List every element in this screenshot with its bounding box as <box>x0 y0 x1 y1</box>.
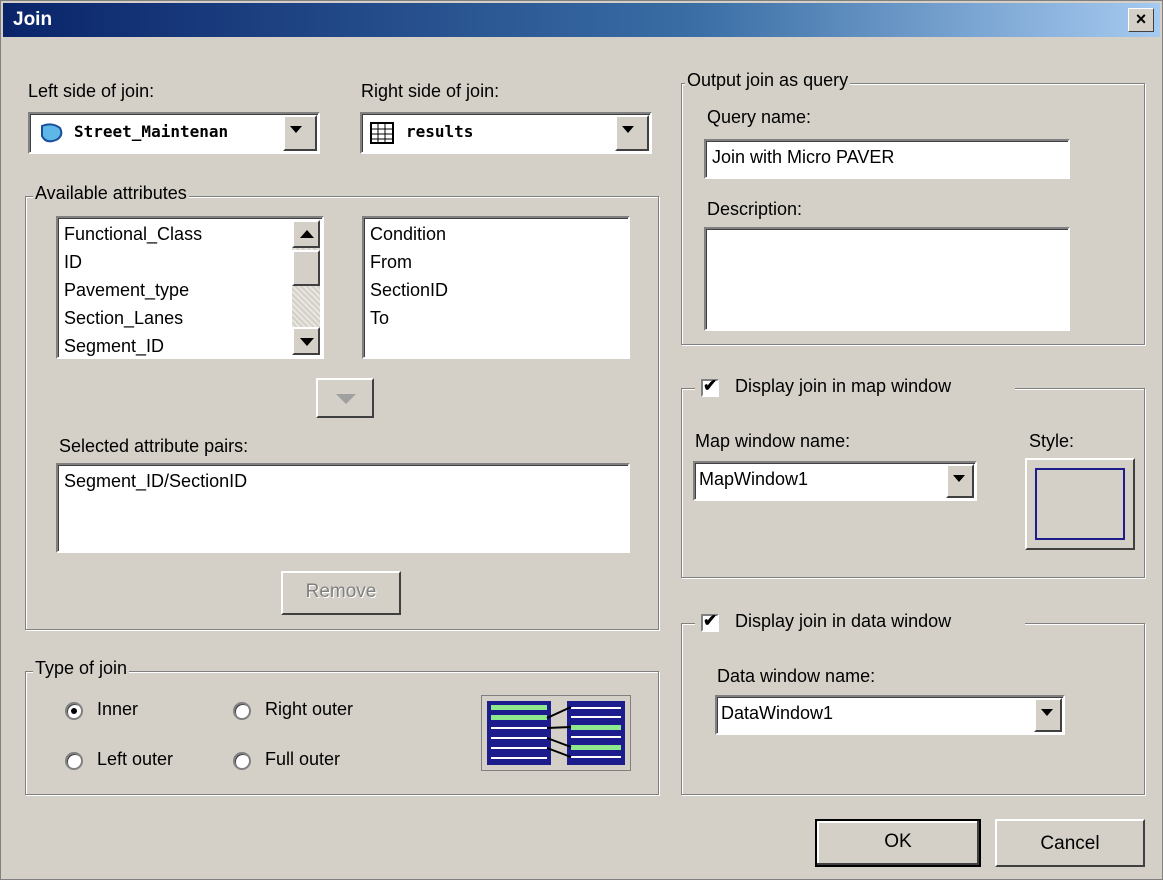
selected-pairs-label: Selected attribute pairs: <box>59 436 249 456</box>
remove-button-label: Remove <box>305 581 377 602</box>
right-outer-radio[interactable] <box>233 702 251 720</box>
map-window-checkbox[interactable]: ✔ <box>701 376 719 397</box>
output-query-legend: Output join as query <box>685 70 851 91</box>
full-outer-radio[interactable] <box>233 752 251 770</box>
remove-button[interactable]: Remove <box>281 571 401 615</box>
inner-label[interactable]: Inner <box>97 699 138 720</box>
arrow-up-icon <box>300 230 314 238</box>
list-item[interactable]: SectionID <box>364 276 628 304</box>
join-dialog: Join × Left side of join: Street_Mainten… <box>0 0 1163 880</box>
list-item[interactable]: Segment_ID <box>58 332 292 357</box>
vertical-scrollbar[interactable] <box>292 220 320 355</box>
ok-button[interactable]: OK <box>815 819 981 867</box>
data-window-dropdown-button[interactable] <box>1034 698 1062 732</box>
right-side-label: Right side of join: <box>361 81 500 101</box>
scroll-up-button[interactable] <box>292 220 320 248</box>
right-side-value: results <box>406 122 474 141</box>
map-window-checkbox-label[interactable]: Display join in map window <box>735 376 951 397</box>
list-item[interactable]: Condition <box>364 220 628 248</box>
data-window-checkbox[interactable]: ✔ <box>701 611 719 632</box>
full-outer-label[interactable]: Full outer <box>265 749 340 770</box>
right-side-dropdown-button[interactable] <box>615 115 649 151</box>
data-window-name-combo[interactable]: DataWindow1 <box>715 695 1065 735</box>
right-attributes-list[interactable]: Condition From SectionID To <box>362 216 630 359</box>
selected-pairs-list[interactable]: Segment_ID/SectionID <box>56 463 630 553</box>
left-side-dropdown-button[interactable] <box>283 115 317 151</box>
ok-button-label: OK <box>884 831 912 852</box>
join-type-legend: Type of join <box>33 658 130 679</box>
cancel-button-label: Cancel <box>1040 833 1100 854</box>
description-label: Description: <box>707 199 803 219</box>
left-side-label: Left side of join: <box>28 81 155 101</box>
close-button[interactable]: × <box>1128 8 1154 32</box>
map-window-name-combo[interactable]: MapWindow1 <box>693 461 977 501</box>
description-input[interactable] <box>704 227 1070 331</box>
left-attributes-list[interactable]: Functional_Class ID Pavement_type Sectio… <box>56 216 324 359</box>
map-window-dropdown-button[interactable] <box>946 464 974 498</box>
checkmark-icon: ✔ <box>703 376 718 395</box>
data-window-checkbox-label[interactable]: Display join in data window <box>735 611 951 632</box>
style-label: Style: <box>1029 431 1075 451</box>
list-item[interactable]: Pavement_type <box>58 276 292 304</box>
data-window-name-value: DataWindow1 <box>721 703 834 723</box>
list-item[interactable]: From <box>364 248 628 276</box>
table-icon <box>370 122 394 144</box>
query-name-input[interactable]: Join with Micro PAVER <box>704 139 1070 179</box>
close-icon: × <box>1135 9 1147 29</box>
cancel-button[interactable]: Cancel <box>995 819 1145 867</box>
arrow-down-icon <box>336 394 356 404</box>
right-outer-label[interactable]: Right outer <box>265 699 353 720</box>
inner-radio[interactable] <box>65 702 83 720</box>
left-outer-radio[interactable] <box>65 752 83 770</box>
add-pair-button[interactable] <box>316 378 374 418</box>
map-window-name-label: Map window name: <box>695 431 851 451</box>
available-attributes-legend: Available attributes <box>33 183 189 204</box>
arrow-down-icon <box>300 338 314 346</box>
style-button[interactable] <box>1025 458 1135 550</box>
title-bar[interactable]: Join × <box>3 3 1160 37</box>
map-window-name-value: MapWindow1 <box>699 469 809 489</box>
list-item[interactable]: Segment_ID/SectionID <box>58 467 628 495</box>
map-layer-icon <box>41 123 63 143</box>
list-item[interactable]: To <box>364 304 628 332</box>
left-side-value: Street_Maintenan <box>74 122 229 141</box>
right-side-combo[interactable]: results <box>360 112 652 154</box>
scroll-thumb[interactable] <box>292 250 320 286</box>
data-window-legend: ✔ Display join in data window <box>695 609 1025 637</box>
left-side-combo[interactable]: Street_Maintenan <box>28 112 320 154</box>
list-item[interactable]: ID <box>58 248 292 276</box>
left-outer-label[interactable]: Left outer <box>97 749 173 770</box>
data-window-name-label: Data window name: <box>717 666 876 686</box>
query-name-value: Join with Micro PAVER <box>712 147 895 167</box>
join-diagram-icon <box>481 695 631 771</box>
query-name-label: Query name: <box>707 107 812 127</box>
scroll-down-button[interactable] <box>292 327 320 355</box>
list-item[interactable]: Section_Lanes <box>58 304 292 332</box>
style-preview <box>1035 468 1125 540</box>
list-item[interactable]: Functional_Class <box>58 220 292 248</box>
map-window-legend: ✔ Display join in map window <box>695 374 1015 402</box>
checkmark-icon: ✔ <box>703 611 718 630</box>
window-title: Join <box>13 9 53 30</box>
